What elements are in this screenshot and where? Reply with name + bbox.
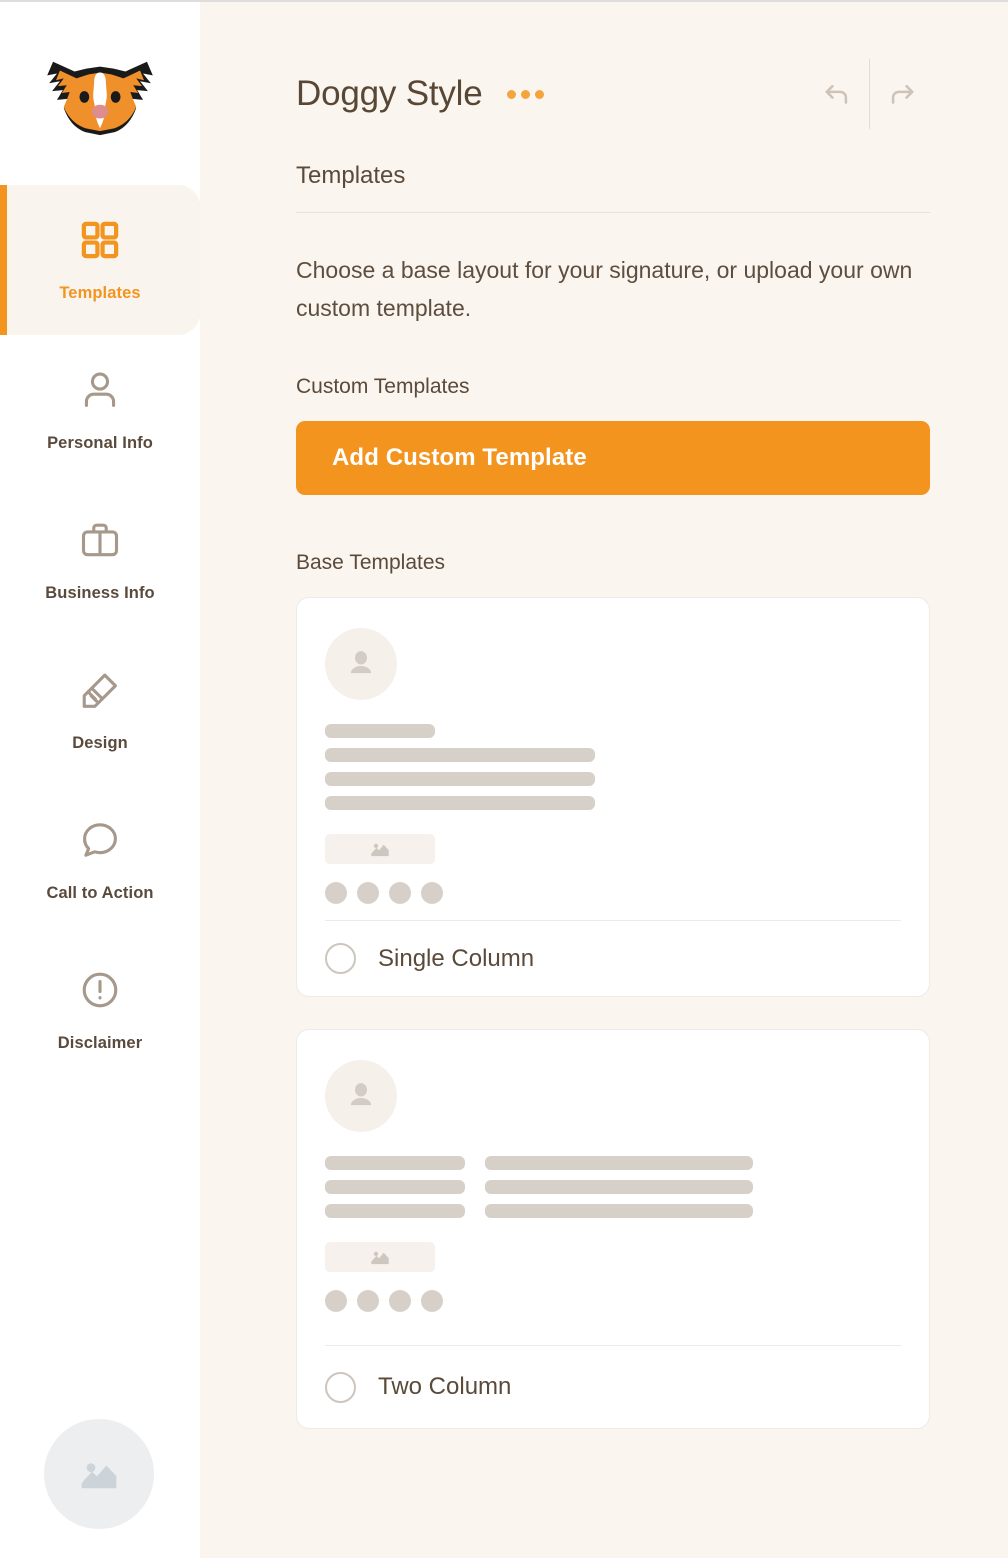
person-icon	[78, 368, 122, 417]
preview-text-columns	[325, 1156, 901, 1219]
preview-line	[325, 772, 595, 787]
dot	[520, 89, 530, 99]
history-buttons	[809, 59, 930, 129]
preview-text-lines	[325, 724, 901, 811]
grid-icon	[78, 218, 122, 267]
social-dot	[325, 1290, 347, 1313]
social-dot	[357, 1290, 379, 1313]
social-dot	[389, 1290, 411, 1313]
preview-column-right	[485, 1156, 753, 1219]
template-name: Two Column	[378, 1373, 512, 1401]
social-dot	[421, 882, 443, 905]
social-dot	[421, 1290, 443, 1313]
sidebar-item-label: Templates	[59, 284, 141, 303]
dot	[506, 89, 516, 99]
active-corner-top	[178, 185, 200, 207]
preview-logo-block	[325, 1242, 435, 1273]
undo-arrow-icon	[825, 84, 848, 104]
social-dot	[389, 882, 411, 905]
sidebar-item-label: Personal Info	[47, 434, 153, 453]
alert-circle-icon	[78, 968, 122, 1017]
preview-avatar	[325, 628, 397, 701]
social-dot	[325, 882, 347, 905]
preview-social-dots	[325, 1290, 901, 1313]
three-dots-icon[interactable]	[505, 82, 546, 107]
template-radio-two-column[interactable]	[325, 1371, 356, 1403]
sidebar-item-personal-info[interactable]: Personal Info	[0, 335, 200, 485]
preview-avatar	[325, 1060, 397, 1133]
template-name: Single Column	[378, 944, 535, 972]
sidebar-item-templates[interactable]: Templates	[0, 185, 200, 335]
sidebar-item-call-to-action[interactable]: Call to Action	[0, 785, 200, 935]
person-avatar-icon	[350, 1083, 372, 1106]
base-templates-heading: Base Templates	[296, 551, 446, 575]
preview-line	[325, 724, 435, 739]
image-placeholder-icon	[371, 1252, 389, 1265]
app-root: Templates Personal Info Business Info De…	[0, 0, 1008, 1558]
sidebar: Templates Personal Info Business Info De…	[0, 2, 200, 1558]
sidebar-item-disclaimer[interactable]: Disclaimer	[0, 935, 200, 1085]
dog-face-logo-icon	[47, 61, 153, 135]
preview-line	[485, 1156, 753, 1171]
sidebar-footer	[0, 1390, 200, 1558]
main-content: Doggy Style Templates Choose a base layo…	[200, 2, 1008, 1558]
sidebar-item-label: Design	[72, 734, 128, 753]
sidebar-item-design[interactable]: Design	[0, 635, 200, 785]
template-card-two-column[interactable]: Two Column	[296, 1029, 930, 1430]
top-bar: Doggy Style	[296, 2, 930, 162]
image-placeholder-icon	[371, 844, 389, 857]
template-preview	[325, 1056, 901, 1329]
briefcase-icon	[78, 518, 122, 567]
app-logo[interactable]	[0, 2, 200, 185]
template-card-single-column[interactable]: Single Column	[296, 597, 930, 998]
preview-line	[325, 1156, 465, 1171]
template-preview	[325, 624, 901, 905]
active-corner-bottom	[178, 313, 200, 335]
sidebar-item-label: Call to Action	[46, 884, 154, 903]
preview-line	[485, 1204, 753, 1219]
social-dot	[357, 882, 379, 905]
history-divider	[869, 59, 870, 129]
paintbrush-icon	[78, 668, 122, 717]
page-title: Templates	[296, 162, 406, 189]
person-avatar-icon	[350, 651, 372, 674]
preview-social-dots	[325, 882, 901, 905]
preview-line	[325, 748, 595, 763]
preview-line	[485, 1180, 753, 1195]
template-radio-single-column[interactable]	[325, 943, 356, 975]
preview-line	[325, 1180, 465, 1195]
intro-text: Choose a base layout for your signature,…	[296, 257, 913, 322]
preview-column-left	[325, 1156, 465, 1219]
dot	[534, 89, 544, 99]
custom-templates-heading: Custom Templates	[296, 375, 470, 399]
template-choice-row[interactable]: Two Column	[325, 1346, 901, 1428]
sidebar-nav: Templates Personal Info Business Info De…	[0, 185, 200, 1390]
undo-button[interactable]	[809, 67, 863, 121]
add-custom-template-button[interactable]: Add Custom Template	[296, 421, 930, 496]
sidebar-item-business-info[interactable]: Business Info	[0, 485, 200, 635]
redo-arrow-icon	[891, 84, 914, 104]
preview-line	[325, 796, 595, 811]
redo-button[interactable]	[876, 67, 930, 121]
template-choice-row[interactable]: Single Column	[325, 921, 901, 996]
preview-line	[325, 1204, 465, 1219]
sidebar-item-label: Business Info	[45, 584, 155, 603]
document-title[interactable]: Doggy Style	[296, 74, 483, 114]
user-image-placeholder[interactable]	[44, 1419, 154, 1529]
image-placeholder-icon	[81, 1463, 117, 1489]
preview-logo-block	[325, 834, 435, 865]
sidebar-item-label: Disclaimer	[57, 1034, 143, 1053]
chat-bubble-icon	[78, 818, 122, 867]
